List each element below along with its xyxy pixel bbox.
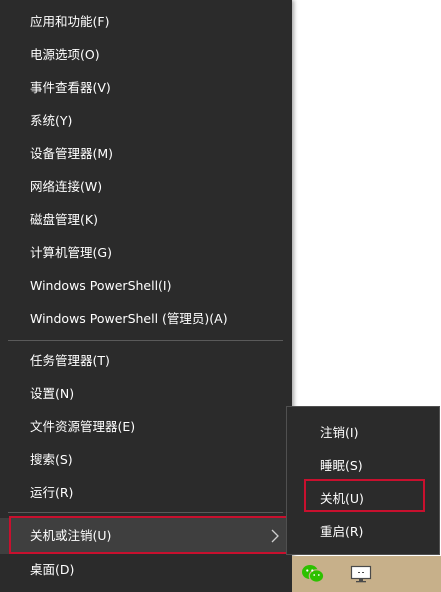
menu-separator	[8, 340, 283, 341]
menu-item-run[interactable]: 运行(R)	[0, 476, 292, 509]
submenu-item-shutdown[interactable]: 关机(U)	[287, 482, 439, 515]
shutdown-submenu: 注销(I) 睡眠(S) 关机(U) 重启(R)	[286, 406, 440, 555]
menu-separator	[8, 512, 283, 513]
submenu-item-sleep[interactable]: 睡眠(S)	[287, 449, 439, 482]
menu-item-event-viewer[interactable]: 事件查看器(V)	[0, 71, 292, 104]
menu-item-network-connections[interactable]: 网络连接(W)	[0, 170, 292, 203]
menu-item-search[interactable]: 搜索(S)	[0, 443, 292, 476]
menu-item-settings[interactable]: 设置(N)	[0, 377, 292, 410]
menu-item-powershell[interactable]: Windows PowerShell(I)	[0, 269, 292, 302]
wechat-icon[interactable]	[300, 562, 326, 586]
menu-item-desktop[interactable]: 桌面(D)	[0, 553, 292, 586]
submenu-item-signout[interactable]: 注销(I)	[287, 416, 439, 449]
menu-item-label: 关机或注销(U)	[30, 528, 112, 543]
menu-item-disk-management[interactable]: 磁盘管理(K)	[0, 203, 292, 236]
menu-item-system[interactable]: 系统(Y)	[0, 104, 292, 137]
submenu-item-restart[interactable]: 重启(R)	[287, 515, 439, 548]
menu-item-task-manager[interactable]: 任务管理器(T)	[0, 344, 292, 377]
chevron-right-icon	[268, 518, 282, 554]
menu-item-device-manager[interactable]: 设备管理器(M)	[0, 137, 292, 170]
menu-item-power-options[interactable]: 电源选项(O)	[0, 38, 292, 71]
taskbar	[292, 556, 441, 592]
monitor-icon[interactable]	[348, 562, 374, 586]
menu-item-file-explorer[interactable]: 文件资源管理器(E)	[0, 410, 292, 443]
winx-context-menu: 应用和功能(F) 电源选项(O) 事件查看器(V) 系统(Y) 设备管理器(M)…	[0, 0, 292, 592]
menu-item-apps-features[interactable]: 应用和功能(F)	[0, 5, 292, 38]
menu-item-computer-management[interactable]: 计算机管理(G)	[0, 236, 292, 269]
menu-item-powershell-admin[interactable]: Windows PowerShell (管理员)(A)	[0, 302, 292, 335]
menu-item-shutdown-signout[interactable]: 关机或注销(U)	[0, 518, 292, 554]
